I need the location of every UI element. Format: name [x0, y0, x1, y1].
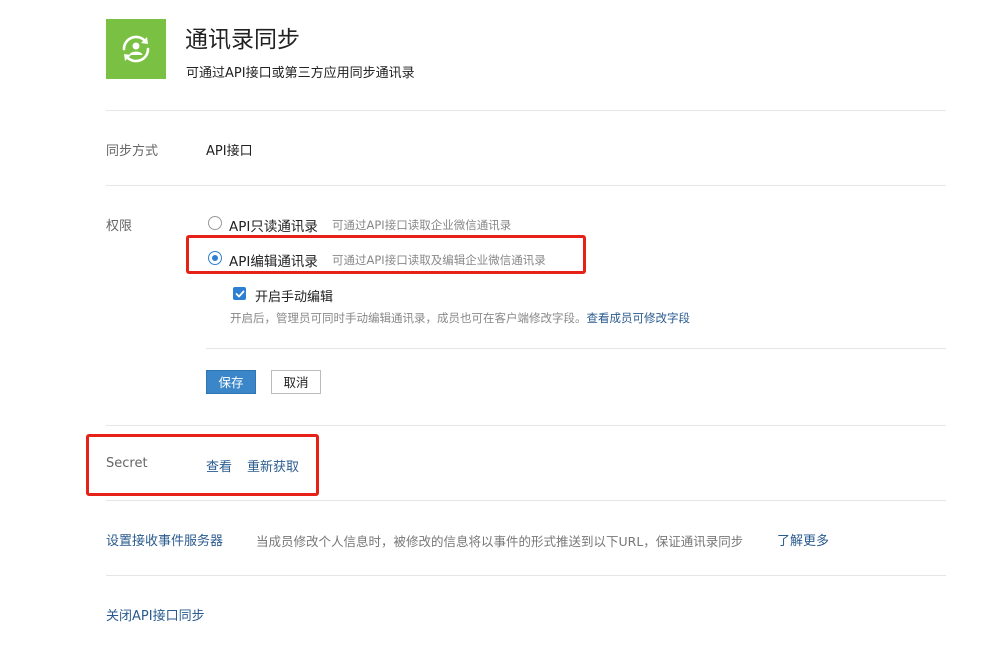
event-server-link[interactable]: 设置接收事件服务器: [106, 530, 223, 549]
divider: [106, 185, 946, 186]
save-button[interactable]: 保存: [206, 370, 256, 394]
event-server-desc: 当成员修改个人信息时，被修改的信息将以事件的形式推送到以下URL，保证通讯录同步: [256, 534, 744, 549]
cancel-button[interactable]: 取消: [271, 370, 321, 394]
manual-edit-hint: 开启后，管理员可同时手动编辑通讯录，成员也可在客户端修改字段。查看成员可修改字段: [230, 310, 690, 326]
readonly-option-desc: 可通过API接口读取企业微信通讯录: [332, 218, 512, 232]
sync-mode-value: API接口: [206, 144, 253, 159]
editable-fields-link[interactable]: 查看成员可修改字段: [587, 311, 691, 325]
manual-edit-checkbox[interactable]: [233, 287, 246, 300]
divider: [106, 425, 946, 426]
learn-more-link[interactable]: 了解更多: [777, 530, 829, 549]
divider: [106, 110, 946, 111]
app-icon: [106, 19, 166, 79]
page-title: 通讯录同步: [185, 27, 300, 53]
readonly-radio[interactable]: [208, 216, 222, 230]
page-subtitle: 可通过API接口或第三方应用同步通讯录: [186, 66, 415, 81]
manual-edit-label: 开启手动编辑: [255, 290, 334, 305]
readonly-option-label: API只读通讯录: [229, 219, 318, 235]
divider: [206, 348, 946, 349]
manual-edit-hint-text: 开启后，管理员可同时手动编辑通讯录，成员也可在客户端修改字段。: [230, 311, 587, 325]
sync-mode-label: 同步方式: [106, 144, 159, 159]
permission-option-readonly[interactable]: API只读通讯录 可通过API接口读取企业微信通讯录: [208, 215, 588, 235]
highlight-box-secret: [86, 434, 319, 496]
highlight-box-edit-permission: [186, 235, 586, 274]
manual-edit-toggle[interactable]: 开启手动编辑: [233, 286, 433, 305]
close-api-sync-link[interactable]: 关闭API接口同步: [106, 605, 205, 624]
contacts-sync-icon: [122, 35, 150, 63]
divider: [106, 575, 946, 576]
checkmark-icon: [235, 290, 244, 297]
divider: [106, 500, 946, 501]
permissions-label: 权限: [106, 219, 133, 234]
